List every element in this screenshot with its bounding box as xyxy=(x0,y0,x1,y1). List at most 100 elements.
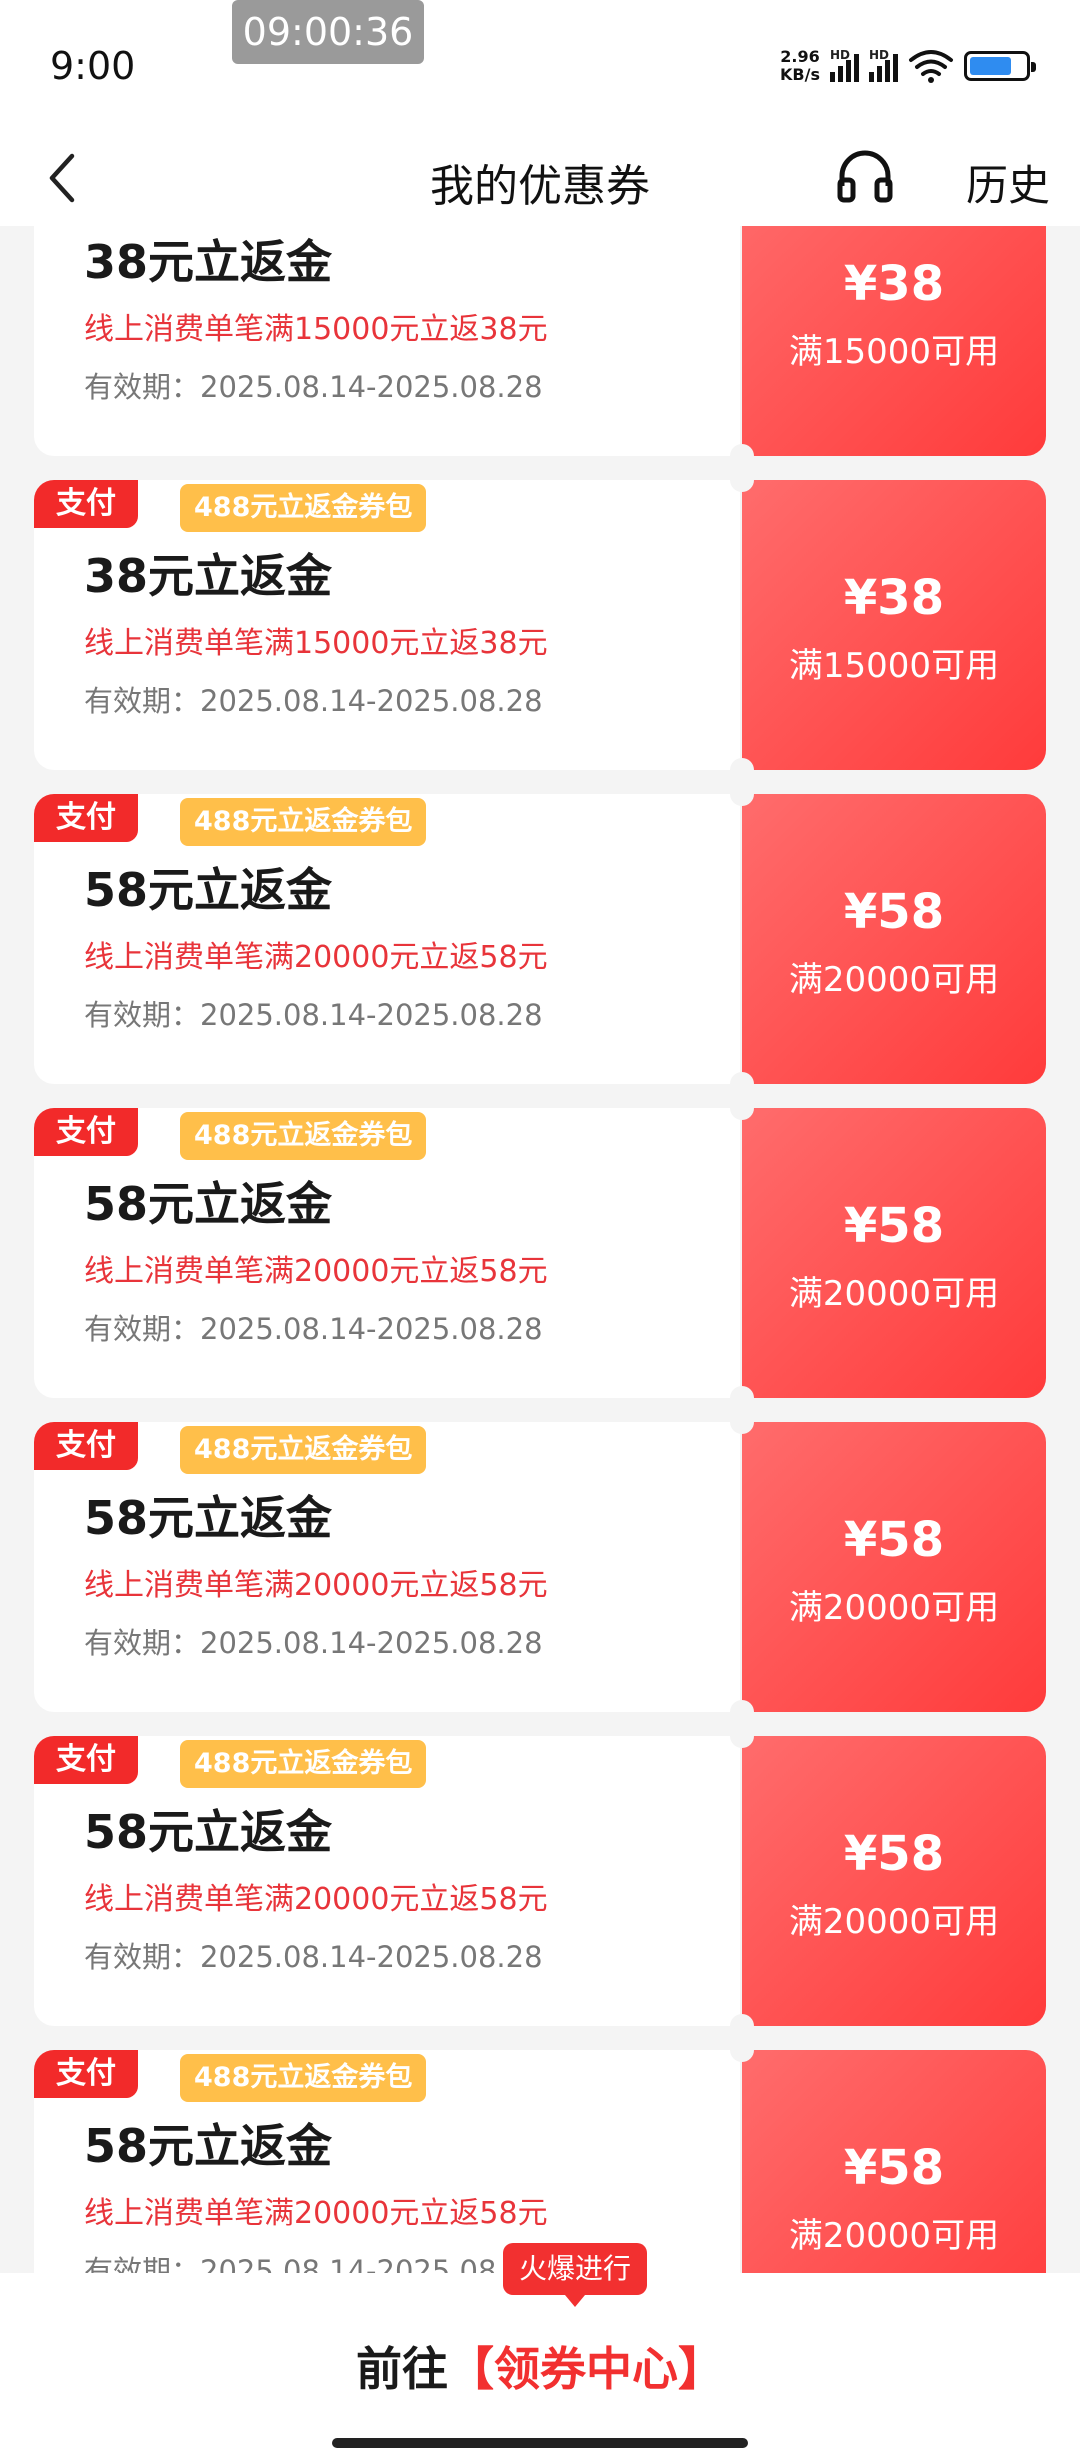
coupon-description: 线上消费单笔满20000元立返58元 xyxy=(84,1882,548,1917)
coupon-value-panel[interactable]: ¥58 满20000可用 xyxy=(742,794,1046,1084)
coupon-value-panel[interactable]: ¥58 满20000可用 xyxy=(742,1736,1046,2026)
coupon-card[interactable]: 支付488元立返金券包38元立返金线上消费单笔满15000元立返38元有效期：2… xyxy=(34,226,1046,468)
home-indicator[interactable] xyxy=(332,2438,748,2448)
pay-tag: 支付 xyxy=(34,1422,138,1470)
coupon-amount: ¥38 xyxy=(843,256,945,312)
coupon-condition: 满20000可用 xyxy=(788,2216,1000,2256)
coupon-value-panel[interactable]: ¥38 满15000可用 xyxy=(742,480,1046,770)
coupon-validity: 有效期：2025.08.14-2025.08.28 xyxy=(84,370,543,404)
coupon-pack-tag: 488元立返金券包 xyxy=(180,798,427,846)
coupon-list: 支付488元立返金券包38元立返金线上消费单笔满15000元立返38元有效期：2… xyxy=(0,226,1080,2273)
signal-icon: HD xyxy=(830,48,859,82)
coupon-condition: 满20000可用 xyxy=(788,1274,1000,1314)
coupon-title: 58元立返金 xyxy=(84,1805,333,1859)
goto-center-label: 【领券中心】 xyxy=(448,2342,724,2396)
coupon-notch-bottom xyxy=(730,758,754,782)
coupon-notch-top xyxy=(730,2038,754,2062)
goto-prefix: 前往 xyxy=(356,2342,448,2396)
coupon-card[interactable]: 支付 488元立返金券包 58元立返金线上消费单笔满20000元立返58元 有效期：2… xyxy=(34,1724,1046,2038)
coupon-validity: 有效期：2025.08.14-2025.08.28 xyxy=(84,1312,543,1346)
coupon-description: 线上消费单笔满20000元立返58元 xyxy=(84,1254,548,1289)
net-speed-unit: KB/s xyxy=(780,65,820,84)
coupon-description: 线上消费单笔满20000元立返58元 xyxy=(84,1568,548,1603)
pay-tag: 支付 xyxy=(34,480,138,528)
coupon-pack-tag: 488元立返金券包 xyxy=(180,1112,427,1160)
coupon-notch-top xyxy=(730,1096,754,1120)
coupon-body: 支付 488元立返金券包 58元立返金 线上消费单笔满20000元立返58元 有效期：2… xyxy=(34,1108,740,1398)
coupon-card[interactable]: 支付 488元立返金券包 58元立返金 线上消费单笔满20000元立返58元 有效期：2… xyxy=(34,1096,1046,1410)
goto-coupon-center-button[interactable]: 前往【领券中心】 xyxy=(0,2333,1080,2399)
nav-bar: 我的优惠券 历史 xyxy=(0,130,1080,226)
coupon-notch-bottom xyxy=(730,444,754,468)
hot-badge: 火爆进行 xyxy=(503,2243,648,2307)
hd-label: HD xyxy=(830,48,851,62)
coupon-validity: 有效期：2025.08.14-2025.08.28 xyxy=(84,684,543,718)
coupon-body: 支付 488元立返金券包 38元立返金线上消费单笔满15000元立返38元有效期：2… xyxy=(34,480,740,770)
coupon-title: 38元立返金 xyxy=(84,549,333,603)
history-link[interactable]: 历史 xyxy=(966,152,1050,213)
coupon-value-panel[interactable]: ¥38 满15000可用 xyxy=(742,226,1046,456)
coupon-value-panel[interactable]: ¥58 满20000可用 xyxy=(742,2050,1046,2273)
coupon-body: 支付 488元立返金券包 58元立返金线上消费单笔满20000元立返58元 有效期：2… xyxy=(34,1736,740,2026)
coupon-value-panel[interactable]: ¥58 满20000可用 xyxy=(742,1422,1046,1712)
coupon-pack-tag: 488元立返金券包 xyxy=(180,2054,427,2102)
coupon-amount: ¥58 xyxy=(843,1826,945,1882)
status-time: 9:00 xyxy=(50,44,136,88)
coupon-description: 线上消费单笔满20000元立返58元 xyxy=(84,940,548,975)
coupon-notch-bottom xyxy=(730,1386,754,1410)
status-icons: 2.96 KB/s HD HD xyxy=(780,44,1036,88)
coupon-value-panel[interactable]: ¥58 满20000可用 xyxy=(742,1108,1046,1398)
coupon-card[interactable]: 支付 488元立返金券包 58元立返金线上消费单笔满20000元立返58元 有效期：2… xyxy=(34,1410,1046,1724)
coupon-description: 线上消费单笔满20000元立返58元 xyxy=(84,2196,548,2231)
bottom-bar: 前往【领券中心】 火爆进行 xyxy=(0,2243,1080,2460)
battery-fill xyxy=(970,57,1011,75)
page-title: 我的优惠券 xyxy=(430,161,650,212)
pay-tag: 支付 xyxy=(34,2050,138,2098)
signal-icon-2: HD xyxy=(869,48,898,82)
coupon-validity: 有效期：2025.08.14-2025.08.28 xyxy=(84,1940,543,1974)
app-root: 9:00 09:00:36 2.96 KB/s HD HD 我的优惠券 历史 3… xyxy=(0,0,1080,2460)
coupon-amount: ¥58 xyxy=(843,2140,945,2196)
coupon-condition: 满15000可用 xyxy=(788,646,1000,686)
coupon-condition: 满15000可用 xyxy=(788,332,1000,372)
coupon-notch-bottom xyxy=(730,1072,754,1096)
pay-tag: 支付 xyxy=(34,794,138,842)
coupon-pack-tag: 488元立返金券包 xyxy=(180,1426,427,1474)
coupon-card[interactable]: 支付 488元立返金券包 58元立返金线上消费单笔满20000元立返58元有效期：2… xyxy=(34,2038,1046,2273)
coupon-description: 线上消费单笔满15000元立返38元 xyxy=(84,312,548,347)
coupon-body: 支付 488元立返金券包 58元立返金线上消费单笔满20000元立返58元有效期：2… xyxy=(34,2050,740,2273)
coupon-pack-tag: 488元立返金券包 xyxy=(180,484,427,532)
battery-icon xyxy=(964,51,1036,81)
headset-icon[interactable] xyxy=(834,146,896,208)
pay-tag: 支付 xyxy=(34,1108,138,1156)
coupon-title: 38元立返金 xyxy=(84,235,333,289)
net-speed: 2.96 KB/s xyxy=(780,48,820,84)
coupon-body: 支付488元立返金券包38元立返金线上消费单笔满15000元立返38元有效期：2… xyxy=(34,226,740,456)
coupon-condition: 满20000可用 xyxy=(788,1902,1000,1942)
coupon-title: 58元立返金 xyxy=(84,1491,333,1545)
coupon-validity: 有效期：2025.08.14-2025.08.28 xyxy=(84,1626,543,1660)
coupon-amount: ¥58 xyxy=(843,1512,945,1568)
status-bar: 9:00 09:00:36 2.96 KB/s HD HD xyxy=(0,0,1080,130)
coupon-notch-top xyxy=(730,1724,754,1748)
coupon-condition: 满20000可用 xyxy=(788,960,1000,1000)
coupon-notch-top xyxy=(730,782,754,806)
coupon-pack-tag: 488元立返金券包 xyxy=(180,1740,427,1788)
coupon-notch-bottom xyxy=(730,1700,754,1724)
coupon-card[interactable]: 支付 488元立返金券包 58元立返金 线上消费单笔满20000元立返58元 有效期：2… xyxy=(34,782,1046,1096)
coupon-body: 支付 488元立返金券包 58元立返金线上消费单笔满20000元立返58元 有效期：2… xyxy=(34,1422,740,1712)
coupon-amount: ¥38 xyxy=(843,570,945,626)
coupon-validity: 有效期：2025.08.14-2025.08.28 xyxy=(84,2254,543,2273)
coupon-title: 58元立返金 xyxy=(84,2119,333,2173)
coupon-notch-top xyxy=(730,468,754,492)
time-overlay: 09:00:36 xyxy=(232,0,424,64)
coupon-amount: ¥58 xyxy=(843,884,945,940)
coupon-amount: ¥58 xyxy=(843,1198,945,1254)
coupon-card[interactable]: 支付 488元立返金券包 38元立返金线上消费单笔满15000元立返38元有效期：2… xyxy=(34,468,1046,782)
hd-label-2: HD xyxy=(869,48,890,62)
coupon-notch-bottom xyxy=(730,2014,754,2038)
coupon-description: 线上消费单笔满15000元立返38元 xyxy=(84,626,548,661)
coupon-condition: 满20000可用 xyxy=(788,1588,1000,1628)
coupon-notch-top xyxy=(730,1410,754,1434)
pay-tag: 支付 xyxy=(34,1736,138,1784)
